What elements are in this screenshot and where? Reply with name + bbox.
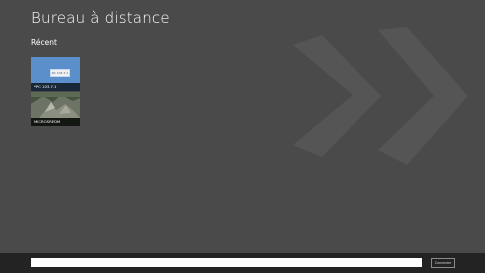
remote-desktop-preview: PC 103.7.1 xyxy=(50,69,70,77)
pc-name-input[interactable] xyxy=(31,258,422,267)
tile-label: *PC 103.7.1 xyxy=(31,83,80,91)
background-chevron-watermark xyxy=(293,27,468,165)
tile-label: MICROSREDM xyxy=(31,118,80,126)
recent-connection-tile[interactable]: PC 103.7.1 *PC 103.7.1 xyxy=(31,57,80,91)
page-title: Bureau à distance xyxy=(31,9,170,27)
recent-section-title: Récent xyxy=(31,38,57,47)
recent-connection-tile[interactable]: MICROSREDM xyxy=(31,92,80,126)
connect-button[interactable]: Connecter xyxy=(431,258,455,268)
